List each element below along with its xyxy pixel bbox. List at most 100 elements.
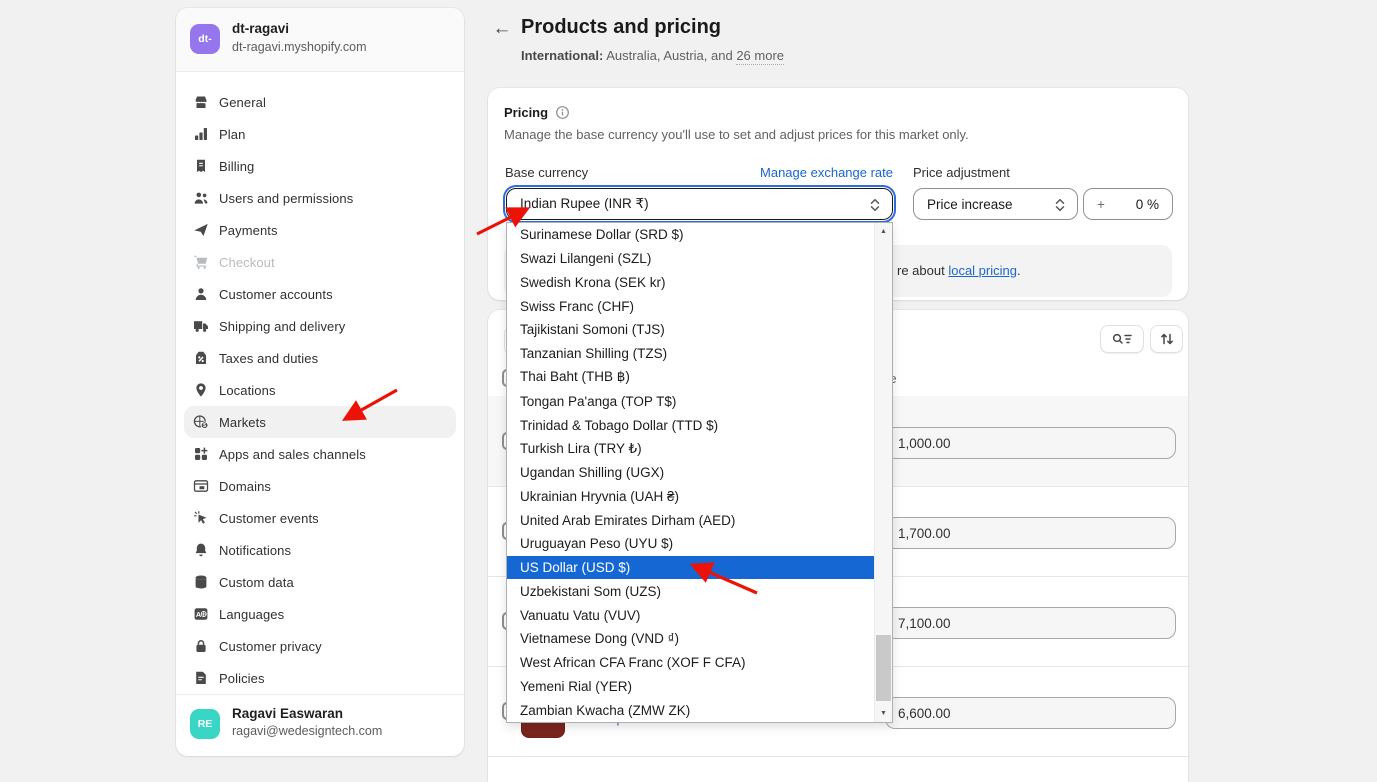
billing-receipt-icon	[192, 158, 209, 175]
select-caret-icon	[1054, 197, 1066, 216]
sidebar-item-plan[interactable]: Plan	[184, 118, 456, 150]
currency-option[interactable]: Ukrainian Hryvnia (UAH ₴)	[507, 484, 875, 508]
adjustment-sign: +	[1097, 197, 1105, 212]
search-filter-button[interactable]	[1100, 325, 1144, 353]
currency-option[interactable]: West African CFA Franc (XOF F CFA)	[507, 651, 875, 675]
sidebar-item-domains[interactable]: Domains	[184, 470, 456, 502]
sidebar-item-apps-and-sales-channels[interactable]: Apps and sales channels	[184, 438, 456, 470]
currency-option[interactable]: Swazi Lilangeni (SZL)	[507, 247, 875, 271]
sidebar-item-notifications[interactable]: Notifications	[184, 534, 456, 566]
policy-doc-icon	[192, 670, 209, 687]
sidebar-item-label: Policies	[219, 671, 265, 686]
currency-option[interactable]: Swiss Franc (CHF)	[507, 294, 875, 318]
sidebar-item-languages[interactable]: A Languages	[184, 598, 456, 630]
store-switcher[interactable]: dt- dt-ragavi dt-ragavi.myshopify.com	[176, 8, 464, 72]
sidebar-item-label: Markets	[219, 415, 266, 430]
currency-option[interactable]: Vietnamese Dong (VND ₫)	[507, 627, 875, 651]
apps-grid-icon	[192, 446, 209, 463]
cart-icon	[192, 254, 209, 271]
currency-option[interactable]: Yemeni Rial (YER)	[507, 675, 875, 699]
sidebar-item-label: Plan	[219, 127, 245, 142]
select-caret-icon	[869, 197, 881, 216]
sidebar-item-billing[interactable]: Billing	[184, 150, 456, 182]
shopify-settings-page: dt- dt-ragavi dt-ragavi.myshopify.com Ge…	[0, 0, 1377, 782]
user-avatar: RE	[190, 709, 220, 739]
manage-exchange-rate-link[interactable]: Manage exchange rate	[751, 165, 893, 180]
translate-icon: A	[192, 606, 209, 623]
sidebar-item-label: Customer accounts	[219, 287, 333, 302]
currency-option[interactable]: Ugandan Shilling (UGX)	[507, 461, 875, 485]
currency-option-selected[interactable]: US Dollar (USD $)	[507, 556, 875, 580]
sort-button[interactable]	[1150, 325, 1183, 353]
browser-window-icon	[192, 478, 209, 495]
plan-chart-icon	[192, 126, 209, 143]
back-arrow-icon[interactable]: ←	[490, 17, 514, 41]
more-countries-toggle[interactable]: 26 more	[736, 48, 784, 65]
sidebar-item-label: Checkout	[219, 255, 275, 270]
sidebar-item-users-and-permissions[interactable]: Users and permissions	[184, 182, 456, 214]
sidebar-item-shipping-and-delivery[interactable]: Shipping and delivery	[184, 310, 456, 342]
price-value: 7,100.00	[898, 616, 951, 631]
person-icon	[192, 286, 209, 303]
bell-icon	[192, 542, 209, 559]
page-title: Products and pricing	[521, 16, 721, 39]
page-subtitle: International: Australia, Austria, and 2…	[521, 48, 784, 63]
dropdown-scrollbar[interactable]: ▲ ▼	[874, 223, 892, 722]
price-input[interactable]: 1,700.00	[885, 517, 1176, 549]
sidebar-item-policies[interactable]: Policies	[184, 662, 456, 694]
scroll-down-icon[interactable]: ▼	[875, 705, 892, 722]
currency-option[interactable]: Surinamese Dollar (SRD $)	[507, 223, 875, 247]
currency-option[interactable]: Tanzanian Shilling (TZS)	[507, 342, 875, 366]
base-currency-value: Indian Rupee (INR ₹)	[520, 196, 649, 212]
sidebar-item-taxes-and-duties[interactable]: Taxes and duties	[184, 342, 456, 374]
currency-option[interactable]: Swedish Krona (SEK kr)	[507, 271, 875, 295]
sidebar-item-label: Languages	[219, 607, 284, 622]
currency-option[interactable]: Turkish Lira (TRY ₺)	[507, 437, 875, 461]
base-currency-select[interactable]: Indian Rupee (INR ₹)	[506, 188, 893, 220]
sidebar-item-label: Apps and sales channels	[219, 447, 366, 462]
sidebar-item-locations[interactable]: Locations	[184, 374, 456, 406]
currency-option[interactable]: Trinidad & Tobago Dollar (TTD $)	[507, 413, 875, 437]
adjustment-percent-input[interactable]: + 0 %	[1083, 188, 1173, 220]
settings-sidebar: dt- dt-ragavi dt-ragavi.myshopify.com Ge…	[176, 8, 464, 756]
currency-option[interactable]: Zambian Kwacha (ZMW ZK)	[507, 698, 875, 722]
price-value: 6,600.00	[898, 706, 951, 721]
database-icon	[192, 574, 209, 591]
user-profile: RE Ragavi Easwaran ragavi@wedesigntech.c…	[176, 694, 464, 756]
scrollbar-thumb[interactable]	[876, 635, 891, 701]
banner-text: re about	[897, 263, 948, 278]
sidebar-item-customer-events[interactable]: Customer events	[184, 502, 456, 534]
local-pricing-link[interactable]: local pricing	[948, 263, 1017, 278]
scroll-up-icon[interactable]: ▲	[875, 223, 892, 240]
base-currency-label: Base currency	[505, 165, 588, 180]
sidebar-item-label: Users and permissions	[219, 191, 353, 206]
price-value: 1,700.00	[898, 526, 951, 541]
delivery-truck-icon	[192, 318, 209, 335]
sidebar-item-customer-accounts[interactable]: Customer accounts	[184, 278, 456, 310]
store-icon	[192, 94, 209, 111]
sidebar-item-label: Locations	[219, 383, 276, 398]
svg-text:$: $	[203, 423, 206, 429]
currency-option[interactable]: Tongan Pa'anga (TOP T$)	[507, 389, 875, 413]
banner-text-suffix: .	[1017, 263, 1021, 278]
sidebar-item-custom-data[interactable]: Custom data	[184, 566, 456, 598]
currency-option[interactable]: Thai Baht (THB ฿)	[507, 366, 875, 390]
currency-option[interactable]: Uzbekistani Som (UZS)	[507, 579, 875, 603]
globe-dollar-icon: $	[192, 414, 209, 431]
currency-option[interactable]: Tajikistani Somoni (TJS)	[507, 318, 875, 342]
price-input[interactable]: 7,100.00	[885, 607, 1176, 639]
info-icon[interactable]	[555, 105, 570, 125]
price-input[interactable]: 6,600.00	[885, 697, 1176, 729]
currency-option[interactable]: United Arab Emirates Dirham (AED)	[507, 508, 875, 532]
sidebar-item-customer-privacy[interactable]: Customer privacy	[184, 630, 456, 662]
price-input[interactable]: 1,000.00	[885, 427, 1176, 459]
sidebar-item-markets[interactable]: $ Markets	[184, 406, 456, 438]
adjustment-percent-value: 0 %	[1136, 197, 1159, 212]
currency-option[interactable]: Uruguayan Peso (UYU $)	[507, 532, 875, 556]
pricing-card-title: Pricing	[504, 105, 548, 120]
sidebar-item-general[interactable]: General	[184, 86, 456, 118]
sidebar-item-payments[interactable]: Payments	[184, 214, 456, 246]
currency-option[interactable]: Vanuatu Vatu (VUV)	[507, 603, 875, 627]
sidebar-item-label: Customer events	[219, 511, 319, 526]
price-adjustment-select[interactable]: Price increase	[913, 188, 1078, 220]
